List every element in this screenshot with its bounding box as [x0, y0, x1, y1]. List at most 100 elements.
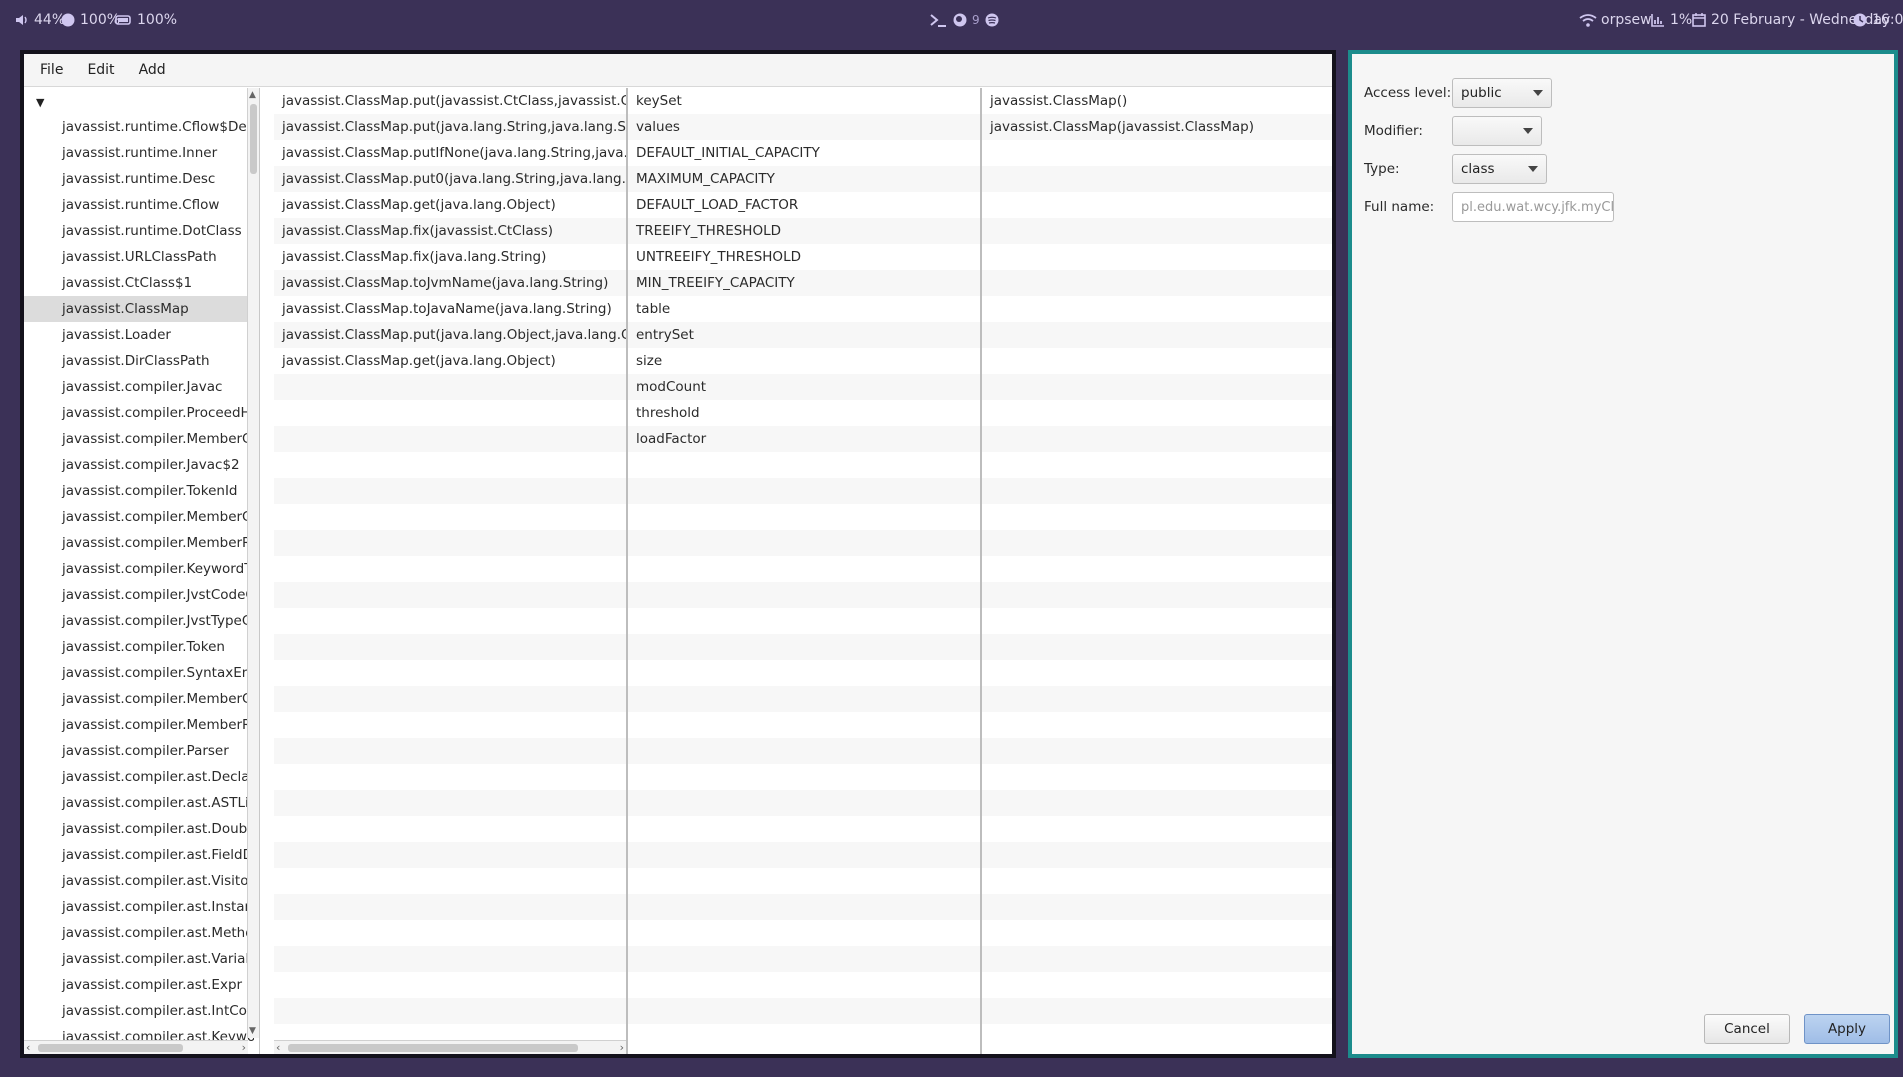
workspace-indicator[interactable]: 9 — [928, 12, 1000, 28]
access-level-combo[interactable]: public — [1452, 78, 1552, 108]
empty-row — [628, 738, 980, 764]
cancel-button[interactable]: Cancel — [1704, 1014, 1790, 1044]
tree-item[interactable]: javassist.compiler.ast.Variable — [24, 946, 254, 972]
field-row[interactable]: UNTREEIFY_THRESHOLD — [628, 244, 980, 270]
empty-row — [628, 686, 980, 712]
volume-indicator[interactable]: 44% — [14, 12, 65, 28]
scroll-down-icon[interactable]: ▼ — [249, 1026, 256, 1036]
empty-row — [982, 166, 1332, 192]
method-row[interactable]: javassist.ClassMap.toJavaName(java.lang.… — [274, 296, 626, 322]
scroll-right-icon[interactable]: › — [242, 1041, 246, 1054]
tree-item[interactable]: javassist.ClassMap — [24, 296, 254, 322]
method-row[interactable]: javassist.ClassMap.put0(java.lang.String… — [274, 166, 626, 192]
method-row[interactable]: javassist.ClassMap.fix(java.lang.String) — [274, 244, 626, 270]
scrollbar-thumb[interactable] — [38, 1044, 183, 1052]
field-row[interactable]: loadFactor — [628, 426, 980, 452]
tree-vertical-scrollbar[interactable]: ▲ ▼ — [247, 88, 259, 1038]
tree-item[interactable]: javassist.compiler.MemberCode — [24, 426, 254, 452]
menu-add[interactable]: Add — [139, 62, 166, 78]
field-row[interactable]: table — [628, 296, 980, 322]
scroll-up-icon[interactable]: ▲ — [249, 90, 256, 100]
apply-button[interactable]: Apply — [1804, 1014, 1890, 1044]
empty-row — [628, 790, 980, 816]
field-row[interactable]: modCount — [628, 374, 980, 400]
method-row[interactable]: javassist.ClassMap.put(java.lang.Object,… — [274, 322, 626, 348]
method-row[interactable]: javassist.ClassMap.put(java.lang.String,… — [274, 114, 626, 140]
field-row[interactable]: entrySet — [628, 322, 980, 348]
scrollbar-thumb[interactable] — [288, 1044, 578, 1052]
tree-root-expander-icon[interactable]: ▼ — [36, 96, 44, 109]
tree-item[interactable]: javassist.compiler.ast.Visitor — [24, 868, 254, 894]
method-row[interactable]: javassist.ClassMap.putIfNone(java.lang.S… — [274, 140, 626, 166]
battery-icon — [115, 15, 131, 25]
field-row[interactable]: MAXIMUM_CAPACITY — [628, 166, 980, 192]
constructor-row[interactable]: javassist.ClassMap(javassist.ClassMap) — [982, 114, 1332, 140]
field-row[interactable]: size — [628, 348, 980, 374]
tree-item[interactable]: javassist.compiler.ast.MethodDe — [24, 920, 254, 946]
tree-item[interactable]: javassist.compiler.JvstTypeChec — [24, 608, 254, 634]
tree-item[interactable]: javassist.runtime.Desc — [24, 166, 254, 192]
tree-item[interactable]: javassist.compiler.ast.Declarato — [24, 764, 254, 790]
field-row[interactable]: DEFAULT_LOAD_FACTOR — [628, 192, 980, 218]
scrollbar-thumb[interactable] — [250, 104, 257, 174]
method-row[interactable]: javassist.ClassMap.toJvmName(java.lang.S… — [274, 270, 626, 296]
tree-item[interactable]: javassist.compiler.TokenId — [24, 478, 254, 504]
tree-item[interactable]: javassist.compiler.Token — [24, 634, 254, 660]
tree-item[interactable]: javassist.URLClassPath — [24, 244, 254, 270]
modifier-combo[interactable] — [1452, 116, 1542, 146]
menu-file[interactable]: File — [40, 62, 63, 78]
tree-item[interactable]: javassist.DirClassPath — [24, 348, 254, 374]
wifi-icon — [1579, 14, 1597, 27]
method-row[interactable]: javassist.ClassMap.get(java.lang.Object) — [274, 192, 626, 218]
menu-edit[interactable]: Edit — [87, 62, 114, 78]
tree-item[interactable]: javassist.compiler.Javac — [24, 374, 254, 400]
tree-item[interactable]: javassist.compiler.MemberCode — [24, 504, 254, 530]
tree-item[interactable]: javassist.compiler.MemberReso — [24, 530, 254, 556]
tree-item[interactable]: javassist.compiler.ast.IntConst — [24, 998, 254, 1024]
tree-item[interactable]: javassist.compiler.ast.FieldDecl — [24, 842, 254, 868]
field-row[interactable]: MIN_TREEIFY_CAPACITY — [628, 270, 980, 296]
field-row[interactable]: keySet — [628, 88, 980, 114]
clock-indicator[interactable]: 16:02 — [1852, 12, 1903, 28]
tree-item[interactable]: javassist.compiler.KeywordTabl — [24, 556, 254, 582]
tree-item[interactable]: javassist.runtime.DotClass — [24, 218, 254, 244]
field-row[interactable]: threshold — [628, 400, 980, 426]
tree-item[interactable]: javassist.compiler.MemberReso — [24, 712, 254, 738]
tree-item[interactable]: javassist.compiler.ast.InstanceC — [24, 894, 254, 920]
tree-horizontal-scrollbar[interactable]: ‹ › — [24, 1040, 248, 1054]
tree-item[interactable]: javassist.compiler.Parser — [24, 738, 254, 764]
tree-item[interactable]: javassist.runtime.Cflow$Depth — [24, 114, 254, 140]
field-row[interactable]: DEFAULT_INITIAL_CAPACITY — [628, 140, 980, 166]
method-row[interactable]: javassist.ClassMap.fix(javassist.CtClass… — [274, 218, 626, 244]
scroll-left-icon[interactable]: ‹ — [276, 1041, 280, 1054]
tree-item[interactable]: javassist.compiler.Javac$2 — [24, 452, 254, 478]
tree-item[interactable]: javassist.runtime.Cflow — [24, 192, 254, 218]
tree-item[interactable]: javassist.compiler.SyntaxError — [24, 660, 254, 686]
tree-item[interactable]: javassist.CtClass$1 — [24, 270, 254, 296]
fields-list: keySet values DEFAULT_INITIAL_CAPACITY MAXI… — [628, 88, 982, 1054]
methods-horizontal-scrollbar[interactable]: ‹ › — [274, 1040, 626, 1054]
tree-item[interactable]: javassist.compiler.ast.ASTList — [24, 790, 254, 816]
tree-item[interactable]: javassist.compiler.ast.Expr — [24, 972, 254, 998]
battery-indicator[interactable]: 100% — [115, 12, 177, 28]
tree-item[interactable]: javassist.compiler.JvstCodeGen — [24, 582, 254, 608]
tree-item[interactable]: javassist.compiler.ProceedHand — [24, 400, 254, 426]
method-row[interactable]: javassist.ClassMap.get(java.lang.Object) — [274, 348, 626, 374]
method-row[interactable]: javassist.ClassMap.put(javassist.CtClass… — [274, 88, 626, 114]
tree-item[interactable]: javassist.compiler.MemberCode — [24, 686, 254, 712]
empty-row — [274, 998, 626, 1024]
tree-item[interactable]: javassist.Loader — [24, 322, 254, 348]
scroll-right-icon[interactable]: › — [620, 1041, 624, 1054]
tree-item[interactable]: javassist.compiler.ast.DoubleCo — [24, 816, 254, 842]
empty-row — [628, 556, 980, 582]
tree-item[interactable]: javassist.runtime.Inner — [24, 140, 254, 166]
constructor-row[interactable]: javassist.ClassMap() — [982, 88, 1332, 114]
network-indicator[interactable]: orpsew — [1579, 12, 1652, 28]
field-row[interactable]: values — [628, 114, 980, 140]
full-name-input[interactable]: pl.edu.wat.wcy.jfk.myCl — [1452, 192, 1614, 222]
field-row[interactable]: TREEIFY_THRESHOLD — [628, 218, 980, 244]
scroll-left-icon[interactable]: ‹ — [26, 1041, 30, 1054]
type-combo[interactable]: class — [1452, 154, 1547, 184]
cpu-indicator[interactable]: 1% — [1650, 12, 1692, 28]
brightness-indicator[interactable]: 100% — [60, 12, 120, 28]
